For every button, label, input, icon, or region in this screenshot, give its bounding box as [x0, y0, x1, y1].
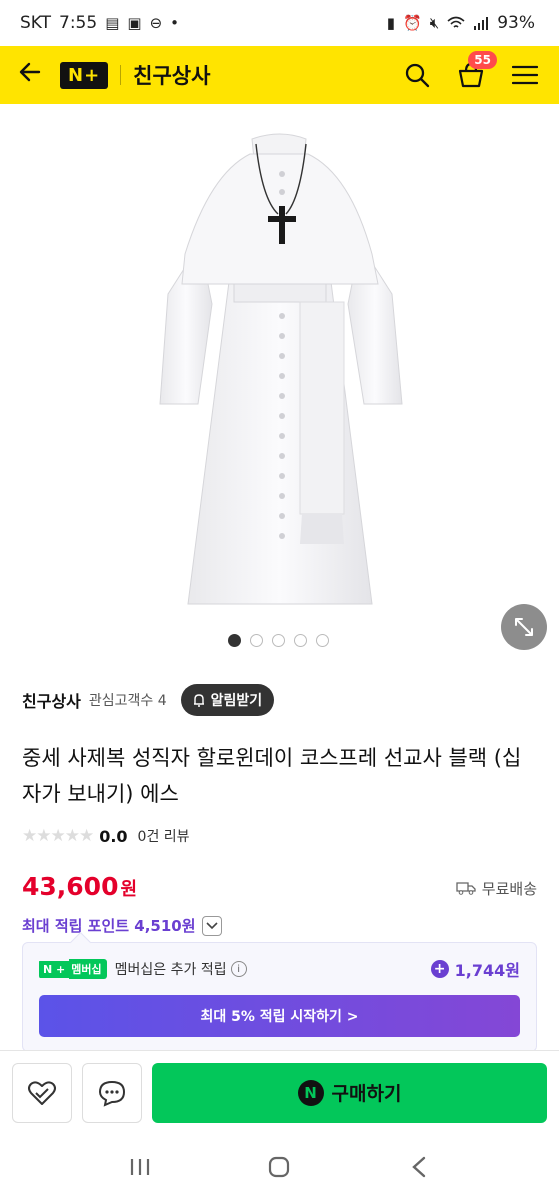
product-title: 중세 사제복 성직자 할로윈데이 코스프레 선교사 블랙 (십자가 보내기) 에…	[22, 746, 522, 806]
gallery-dot[interactable]	[228, 634, 241, 647]
product-photo	[159, 133, 403, 605]
lock-icon: ▮	[386, 14, 396, 32]
rating-row[interactable]: ★★★★★ 0.0 0건 리뷰	[22, 826, 537, 846]
product-info: 친구상사 관심고객수 4 알림받기 중세 사제복 성직자 할로윈데이 코스프레 …	[0, 684, 559, 936]
star-rating: ★★★★★	[22, 826, 94, 846]
bell-plus-icon	[193, 694, 204, 707]
status-bar: SKT 7:55 ▤ ▣ ⊖ • ▮ ⏰ 🔇︎ 93%	[0, 0, 559, 46]
rating-score: 0.0	[99, 826, 128, 846]
price-unit: 원	[120, 879, 138, 900]
naver-plus-logo[interactable]: N+	[60, 61, 109, 89]
expand-arrows-icon	[515, 618, 533, 636]
price-value: 43,600	[22, 872, 119, 901]
membership-box: N + 멤버십 멤버십은 추가 적립 i + 1,744원 최대 5% 적립 시…	[22, 942, 537, 1052]
gallery-pagination	[228, 634, 329, 647]
recent-apps-icon	[130, 1159, 149, 1175]
shipping-label: 무료배송	[481, 879, 537, 898]
header-store-name[interactable]: 친구상사	[133, 60, 210, 90]
cart-button[interactable]: 55	[455, 51, 497, 91]
home-button[interactable]	[259, 1147, 299, 1187]
wallet-icon: ▤	[105, 14, 120, 32]
arrow-left-icon	[19, 62, 41, 81]
logo-divider	[120, 65, 122, 85]
search-button[interactable]	[401, 59, 433, 91]
alarm-icon: ⏰	[403, 14, 422, 32]
store-link[interactable]: 친구상사	[22, 688, 81, 712]
mute-icon: 🔇︎	[429, 14, 440, 32]
gallery-dot[interactable]	[294, 634, 307, 647]
hamburger-menu-icon	[512, 65, 538, 85]
product-image-gallery[interactable]	[0, 104, 559, 662]
gallery-icon: ▣	[127, 14, 142, 32]
menu-button[interactable]	[509, 59, 541, 91]
plus-circle-icon: +	[430, 960, 449, 978]
start-points-button[interactable]: 최대 5% 적립 시작하기 >	[39, 995, 520, 1037]
bottom-action-bar: N 구매하기	[0, 1050, 559, 1134]
review-count[interactable]: 0건 리뷰	[138, 826, 190, 846]
gallery-dot[interactable]	[250, 634, 263, 647]
gallery-dot[interactable]	[316, 634, 329, 647]
dnd-icon: ⊖	[149, 14, 163, 32]
chat-bubble-icon	[98, 1080, 126, 1107]
membership-badge: N + 멤버십	[39, 959, 107, 979]
back-button[interactable]	[18, 60, 52, 91]
expand-image-button[interactable]	[501, 604, 547, 650]
truck-icon	[456, 882, 476, 895]
membership-points: + 1,744원	[430, 957, 520, 981]
buy-button[interactable]: N 구매하기	[152, 1062, 547, 1123]
wishlist-button[interactable]	[12, 1062, 72, 1123]
wifi-icon	[447, 16, 465, 28]
membership-points-value: 1,744원	[454, 961, 520, 980]
heart-check-icon	[28, 1080, 56, 1105]
more-dot-icon: •	[170, 14, 180, 32]
back-chevron-icon	[412, 1156, 426, 1178]
shipping-info: 무료배송	[456, 878, 537, 899]
back-nav-button[interactable]	[399, 1147, 439, 1187]
membership-text: 멤버십은 추가 적립	[114, 962, 227, 978]
membership-badge-logo: N +	[39, 960, 70, 978]
max-points: 최대 적립 포인트 4,510원	[22, 917, 196, 935]
home-icon	[269, 1156, 290, 1178]
gallery-dot[interactable]	[272, 634, 285, 647]
membership-badge-label: 멤버십	[69, 959, 107, 979]
chat-button[interactable]	[82, 1062, 142, 1123]
recent-apps-button[interactable]	[120, 1147, 160, 1187]
info-icon[interactable]: i	[230, 961, 247, 977]
battery-label: 93%	[497, 13, 535, 33]
search-icon	[405, 63, 430, 88]
fan-count: 관심고객수 4	[88, 693, 167, 709]
signal-icon	[474, 17, 489, 30]
buy-label: 구매하기	[331, 1083, 402, 1105]
subscribe-alarm-button[interactable]: 알림받기	[180, 684, 275, 716]
system-nav-bar	[0, 1134, 559, 1200]
clock-label: 7:55	[59, 13, 98, 33]
cart-count-badge: 55	[468, 51, 497, 69]
chevron-down-icon	[205, 921, 218, 929]
points-expand-button[interactable]	[201, 915, 222, 936]
app-header: N+ 친구상사 55	[0, 46, 559, 104]
naver-pay-icon: N	[297, 1079, 324, 1106]
alarm-label: 알림받기	[210, 693, 263, 709]
carrier-label: SKT	[20, 13, 52, 33]
